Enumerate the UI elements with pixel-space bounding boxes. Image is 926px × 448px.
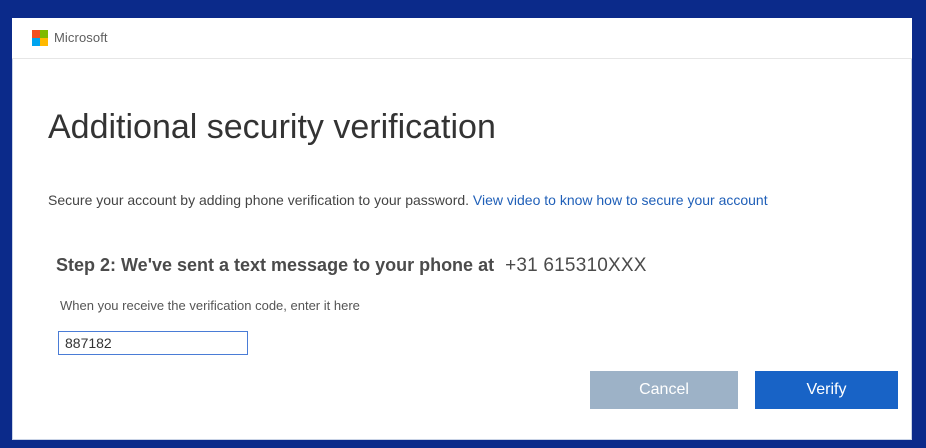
- page-title: Additional security verification: [48, 108, 496, 146]
- step-heading: Step 2: We've sent a text message to you…: [56, 255, 647, 277]
- cancel-button[interactable]: Cancel: [590, 371, 738, 409]
- logo-square-yellow: [40, 38, 48, 46]
- verification-code-input[interactable]: [58, 331, 248, 355]
- intro-text: Secure your account by adding phone veri…: [48, 192, 768, 208]
- view-video-link[interactable]: View video to know how to secure your ac…: [473, 192, 768, 208]
- verify-button[interactable]: Verify: [755, 371, 898, 409]
- step-label: Step 2: We've sent a text message to you…: [56, 255, 495, 275]
- code-instruction: When you receive the verification code, …: [60, 298, 360, 313]
- phone-number: +31 615310XXX: [505, 255, 647, 276]
- logo-square-blue: [32, 38, 40, 46]
- logo-square-green: [40, 30, 48, 38]
- brand-name: Microsoft: [54, 30, 108, 45]
- logo-square-red: [32, 30, 40, 38]
- intro-description: Secure your account by adding phone veri…: [48, 192, 470, 208]
- top-bar: Microsoft: [12, 18, 912, 59]
- microsoft-logo-icon: [32, 30, 48, 46]
- verification-dialog: Microsoft Additional security verificati…: [12, 18, 912, 440]
